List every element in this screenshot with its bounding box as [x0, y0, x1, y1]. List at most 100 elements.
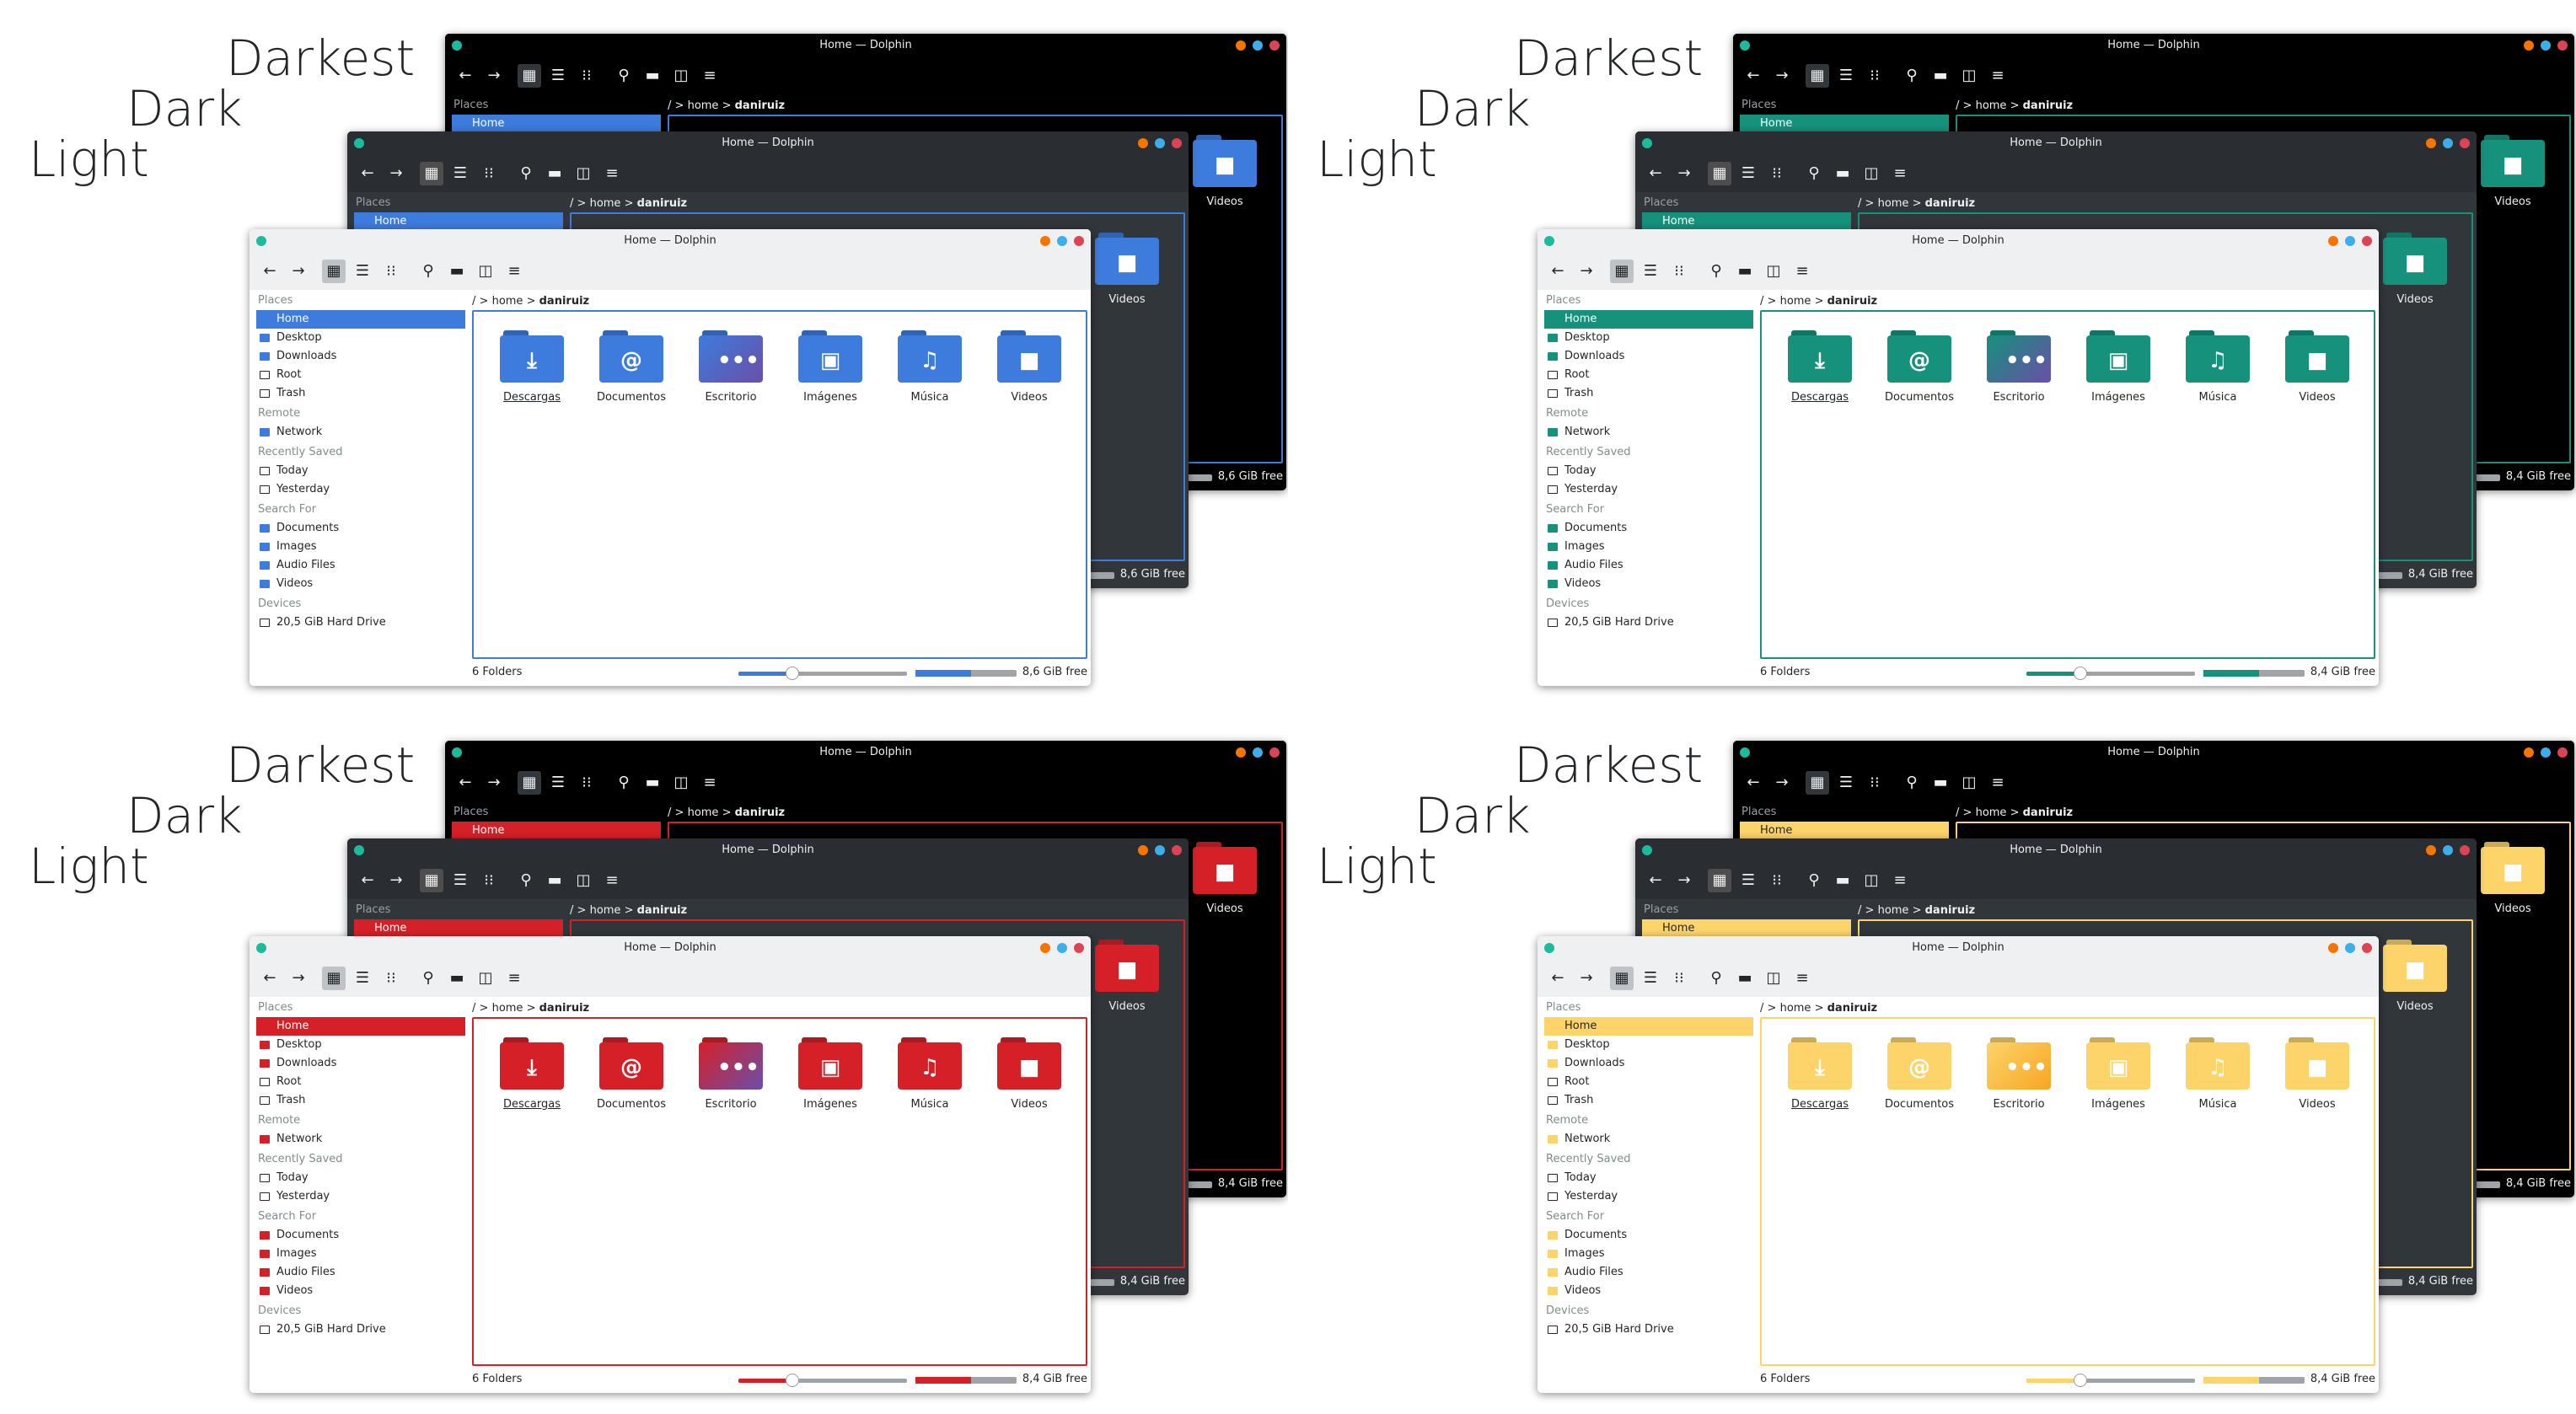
folder-item-3[interactable]: ▣ Imágenes	[2069, 330, 2168, 404]
sidebar-item-downloads[interactable]: Downloads	[1544, 1054, 1753, 1073]
sidebar-item-desktop[interactable]: Desktop	[256, 1036, 465, 1054]
breadcrumb-home[interactable]: home	[492, 295, 523, 308]
split-view-icon[interactable]: ◫	[1860, 162, 1883, 185]
details-view-icon[interactable]: ⁝⁝	[477, 162, 501, 185]
folder-item-5[interactable]: ■ Videos	[979, 330, 1079, 404]
sidebar-item-20-5-gib-hard-drive[interactable]: 20,5 GiB Hard Drive	[1544, 613, 1753, 632]
sidebar-item-home[interactable]: Home	[354, 212, 563, 231]
compact-view-icon[interactable]: ☰	[1736, 869, 1760, 892]
details-view-icon[interactable]: ⁝⁝	[1667, 260, 1691, 283]
pin-button[interactable]	[452, 40, 462, 51]
split-view-icon[interactable]: ◫	[474, 260, 497, 283]
folder-item-4[interactable]: ♫ Música	[880, 1037, 979, 1111]
breadcrumb-root[interactable]: /	[668, 806, 671, 819]
folder-item-3[interactable]: ▣ Imágenes	[781, 1037, 880, 1111]
hamburger-menu-icon[interactable]: ≡	[1888, 162, 1912, 185]
arrow-left-icon[interactable]: ←	[1741, 64, 1765, 88]
search-icon[interactable]: ⚲	[1900, 771, 1924, 795]
search-icon[interactable]: ⚲	[1802, 162, 1826, 185]
hamburger-menu-icon[interactable]: ≡	[698, 771, 722, 795]
icons-view-icon[interactable]: ▦	[518, 64, 541, 88]
folder-item-5[interactable]: ■ Videos	[2463, 842, 2563, 915]
hamburger-menu-icon[interactable]: ≡	[600, 162, 624, 185]
icons-view-icon[interactable]: ▦	[420, 162, 443, 185]
close-button[interactable]	[2362, 943, 2372, 953]
search-icon[interactable]: ⚲	[416, 967, 440, 990]
maximize-button[interactable]	[2541, 747, 2551, 758]
sidebar-item-videos[interactable]: Videos	[256, 1282, 465, 1300]
maximize-button[interactable]	[2541, 40, 2551, 51]
sidebar-item-trash[interactable]: Trash	[256, 1091, 465, 1110]
sidebar-item-home[interactable]: Home	[1740, 115, 1949, 133]
breadcrumb-root[interactable]: /	[570, 904, 573, 917]
sidebar-item-audio-files[interactable]: Audio Files	[1544, 556, 1753, 575]
details-view-icon[interactable]: ⁝⁝	[1765, 869, 1789, 892]
arrow-left-icon[interactable]: ←	[1644, 162, 1667, 185]
sidebar-item-yesterday[interactable]: Yesterday	[256, 1187, 465, 1206]
breadcrumb-home[interactable]: home	[590, 197, 621, 210]
pin-button[interactable]	[1740, 747, 1750, 758]
zoom-slider[interactable]	[738, 1374, 907, 1387]
compact-view-icon[interactable]: ☰	[546, 64, 570, 88]
breadcrumb-root[interactable]: /	[1858, 197, 1861, 210]
details-view-icon[interactable]: ⁝⁝	[1863, 64, 1886, 88]
close-button[interactable]	[2362, 236, 2372, 246]
minimize-button[interactable]	[2426, 845, 2436, 855]
sidebar-item-network[interactable]: Network	[1544, 423, 1753, 442]
minimize-button[interactable]	[1138, 138, 1148, 148]
compact-view-icon[interactable]: ☰	[448, 162, 472, 185]
folder-item-0[interactable]: ⤓ Descargas	[1770, 330, 1870, 404]
arrow-right-icon[interactable]: →	[1770, 771, 1794, 795]
sidebar-item-network[interactable]: Network	[256, 423, 465, 442]
details-view-icon[interactable]: ⁝⁝	[379, 260, 403, 283]
arrow-left-icon[interactable]: ←	[1741, 771, 1765, 795]
close-button[interactable]	[1074, 943, 1084, 953]
compact-view-icon[interactable]: ☰	[1639, 260, 1662, 283]
breadcrumb-root[interactable]: /	[1760, 295, 1763, 308]
maximize-button[interactable]	[1057, 943, 1067, 953]
breadcrumb-home[interactable]: home	[1780, 1002, 1811, 1015]
sidebar-item-home[interactable]: Home	[354, 919, 563, 938]
breadcrumb-home[interactable]: home	[688, 806, 719, 819]
zoom-slider[interactable]	[738, 667, 907, 680]
split-view-icon[interactable]: ◫	[1957, 771, 1981, 795]
pin-button[interactable]	[452, 747, 462, 758]
arrow-right-icon[interactable]: →	[287, 967, 310, 990]
sidebar-item-documents[interactable]: Documents	[256, 1226, 465, 1245]
preview-icon[interactable]: ▬	[1831, 162, 1854, 185]
compact-view-icon[interactable]: ☰	[351, 260, 374, 283]
preview-icon[interactable]: ▬	[641, 771, 664, 795]
zoom-slider-knob[interactable]	[786, 1374, 799, 1387]
breadcrumb-root[interactable]: /	[1956, 99, 1959, 112]
sidebar-item-20-5-gib-hard-drive[interactable]: 20,5 GiB Hard Drive	[256, 1320, 465, 1339]
compact-view-icon[interactable]: ☰	[1736, 162, 1760, 185]
preview-icon[interactable]: ▬	[1929, 771, 1952, 795]
preview-icon[interactable]: ▬	[445, 260, 469, 283]
breadcrumb-user[interactable]: daniruiz	[735, 806, 785, 819]
details-view-icon[interactable]: ⁝⁝	[1863, 771, 1886, 795]
search-icon[interactable]: ⚲	[1704, 967, 1728, 990]
sidebar-item-downloads[interactable]: Downloads	[256, 347, 465, 366]
sidebar-item-today[interactable]: Today	[256, 1169, 465, 1187]
hamburger-menu-icon[interactable]: ≡	[698, 64, 722, 88]
arrow-right-icon[interactable]: →	[384, 869, 408, 892]
sidebar-item-home[interactable]: Home	[1642, 212, 1851, 231]
sidebar-item-images[interactable]: Images	[1544, 1245, 1753, 1263]
split-view-icon[interactable]: ◫	[669, 64, 693, 88]
folder-item-2[interactable]: ••• Escritorio	[1969, 330, 2069, 404]
preview-icon[interactable]: ▬	[445, 967, 469, 990]
folder-item-1[interactable]: @ Documentos	[1870, 1037, 1969, 1111]
folder-item-3[interactable]: ▣ Imágenes	[781, 330, 880, 404]
close-button[interactable]	[2557, 747, 2568, 758]
arrow-right-icon[interactable]: →	[1575, 260, 1598, 283]
arrow-left-icon[interactable]: ←	[356, 162, 379, 185]
close-button[interactable]	[2460, 845, 2470, 855]
icons-view-icon[interactable]: ▦	[420, 869, 443, 892]
close-button[interactable]	[1074, 236, 1084, 246]
sidebar-item-downloads[interactable]: Downloads	[256, 1054, 465, 1073]
arrow-left-icon[interactable]: ←	[1546, 260, 1570, 283]
folder-item-5[interactable]: ■ Videos	[1077, 233, 1177, 306]
close-button[interactable]	[1172, 138, 1182, 148]
folder-item-5[interactable]: ■ Videos	[2267, 1037, 2367, 1111]
arrow-right-icon[interactable]: →	[482, 771, 506, 795]
